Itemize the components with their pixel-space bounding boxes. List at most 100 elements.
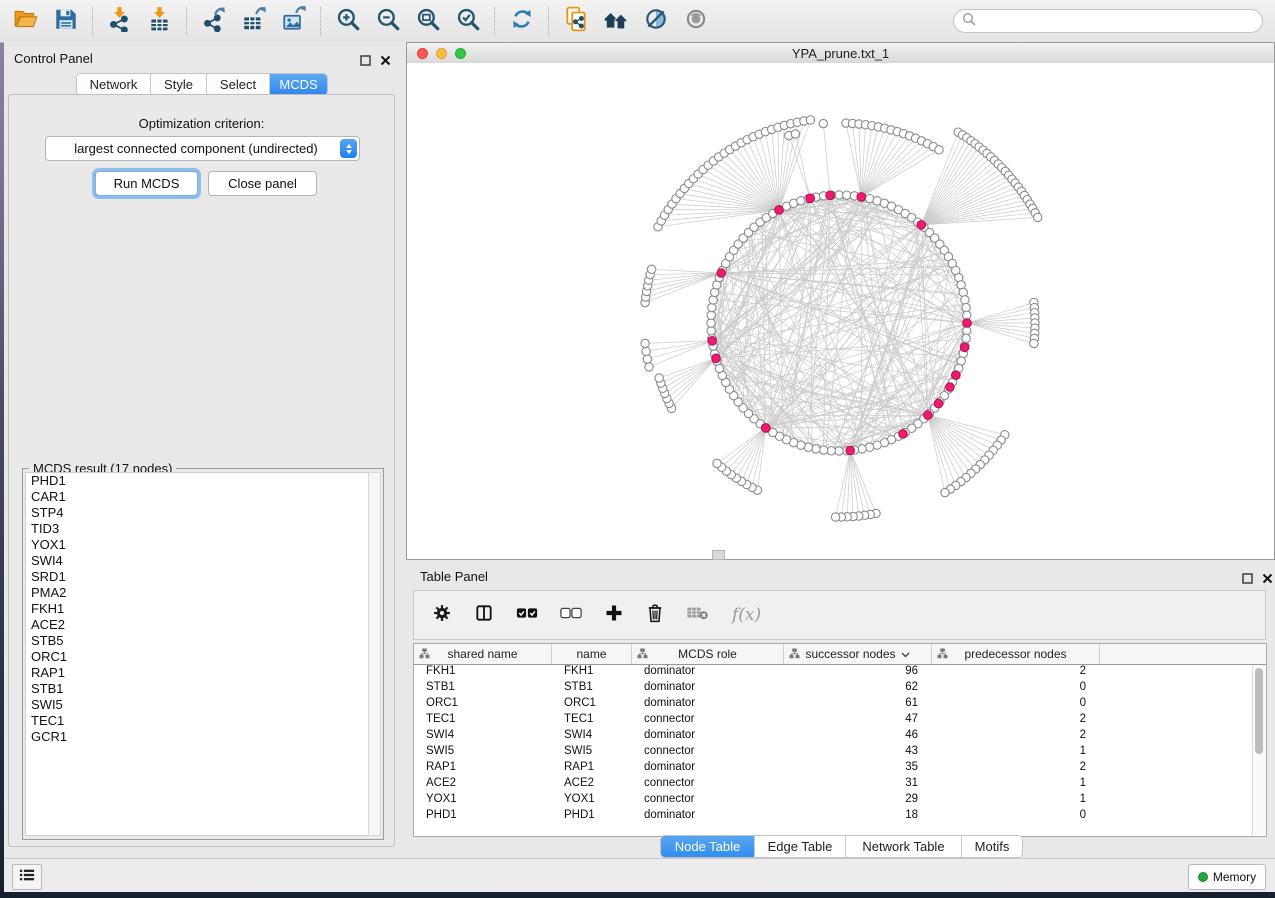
cell-successors: 18 [784,809,932,825]
zoom-out-button[interactable] [375,8,401,34]
zoom-in-button[interactable] [335,8,361,34]
table-row[interactable]: SWI5SWI5connector431 [414,745,1266,761]
cell-successors: 47 [784,713,932,729]
cell-shared-name: SWI4 [414,729,552,745]
column-header-shared-name[interactable]: shared name [414,644,552,664]
table-row[interactable]: YOX1YOX1connector291 [414,793,1266,809]
export-image-button[interactable] [281,8,307,34]
column-header-successor-nodes[interactable]: successor nodes [784,644,932,664]
tab-select[interactable]: Select [207,74,270,95]
attribute-icon [637,648,648,662]
table-panel: Table Panel f(x) shared namenameMCDS rol… [406,562,1275,858]
table-scrollbar[interactable] [1252,665,1266,835]
mcds-node-item: STB5 [26,633,369,649]
select-all-button[interactable] [516,606,538,625]
tab-style[interactable]: Style [151,74,207,95]
create-column-button[interactable] [604,603,624,628]
mcds-node-item: STP4 [26,505,369,521]
memory-button[interactable]: Memory [1188,864,1266,890]
fx-icon: f(x) [732,605,761,625]
mcds-node-item: RAP1 [26,665,369,681]
cell-predecessors: 1 [932,745,1100,761]
table-row[interactable]: TEC1TEC1connector472 [414,713,1266,729]
export-table-button[interactable] [241,8,267,34]
search-field[interactable] [953,9,1263,33]
control-panel-title: Control Panel [14,51,93,66]
function-builder-button[interactable]: f(x) [732,605,761,625]
table-row[interactable]: ACE2ACE2connector311 [414,777,1266,793]
zoom-in-icon [335,6,361,37]
column-header-predecessor-nodes[interactable]: predecessor nodes [932,644,1100,664]
column-header-name[interactable]: name [552,644,632,664]
apply-layout-icon [509,6,535,37]
import-network-button[interactable] [107,8,133,34]
mcds-list-scrollbar[interactable] [368,472,381,836]
cell-name: SWI4 [552,729,632,745]
tab-network-table[interactable]: Network Table [846,836,962,857]
table-row[interactable]: ORC1ORC1dominator610 [414,697,1266,713]
cell-successors: 96 [784,665,932,681]
columns-icon [474,603,494,628]
float-panel-icon[interactable] [360,53,371,64]
table-row[interactable]: STB1STB1dominator620 [414,681,1266,697]
show-all-button[interactable] [683,8,709,34]
column-label: shared name [447,647,517,661]
table-row[interactable]: RAP1RAP1dominator352 [414,761,1266,777]
table-panel-tabs: Node TableEdge TableNetwork TableMotifs [660,835,1023,858]
search-input[interactable] [982,13,1254,29]
export-image-icon [281,6,307,37]
export-network-icon [201,6,227,37]
attribute-icon [937,648,948,662]
zoom-fit-button[interactable] [415,8,441,34]
close-table-panel-icon[interactable] [1262,571,1273,582]
tab-edge-table[interactable]: Edge Table [755,836,846,857]
clone-network-button[interactable] [563,8,589,34]
splitter-grip[interactable] [712,550,725,560]
delete-table-button[interactable] [686,605,710,626]
network-graph [407,63,1274,559]
hide-selected-icon [643,6,669,37]
export-network-button[interactable] [201,8,227,34]
mcds-node-item: TEC1 [26,713,369,729]
cell-name: FKH1 [552,665,632,681]
deselect-all-button[interactable] [560,606,582,625]
tab-mcds[interactable]: MCDS [270,74,327,95]
delete-column-button[interactable] [646,603,664,628]
tab-network[interactable]: Network [77,74,151,95]
close-panel-icon[interactable] [380,53,391,64]
column-selector-button[interactable] [474,603,494,628]
open-file-button[interactable] [13,8,39,34]
main-toolbar [0,0,1275,43]
task-history-button[interactable] [12,864,42,890]
optimization-criterion-select[interactable]: largest connected component (undirected) [45,136,360,161]
network-window-titlebar[interactable]: YPA_prune.txt_1 [407,43,1274,64]
import-table-button[interactable] [147,8,173,34]
cell-successors: 61 [784,697,932,713]
network-view-panel: YPA_prune.txt_1 [406,42,1275,560]
table-row[interactable]: SWI4SWI4dominator462 [414,729,1266,745]
hide-selected-button[interactable] [643,8,669,34]
table-row[interactable]: PHD1PHD1dominator180 [414,809,1266,825]
close-panel-button[interactable]: Close panel [208,171,317,196]
mcds-result-list[interactable]: PHD1CAR1STP4TID3YOX1SWI4SRD1PMA2FKH1ACE2… [25,472,370,836]
mcds-node-item: PHD1 [26,473,369,489]
cell-predecessors: 0 [932,697,1100,713]
table-settings-button[interactable] [432,603,452,628]
column-header-mcds-role[interactable]: MCDS role [632,644,784,664]
tab-motifs[interactable]: Motifs [962,836,1022,857]
optimization-criterion-label: Optimization criterion: [9,116,394,131]
cell-predecessors: 0 [932,681,1100,697]
apply-layout-button[interactable] [509,8,535,34]
clone-network-icon [563,6,589,37]
first-neighbors-button[interactable] [603,8,629,34]
float-table-panel-icon[interactable] [1242,571,1253,582]
cell-successors: 31 [784,777,932,793]
save-session-button[interactable] [53,8,79,34]
zoom-selected-button[interactable] [455,8,481,34]
toolbar-group-export [188,8,320,34]
table-row[interactable]: FKH1FKH1dominator962 [414,665,1266,681]
scrollbar-thumb[interactable] [1255,668,1263,754]
network-canvas[interactable] [407,63,1274,559]
run-mcds-button[interactable]: Run MCDS [95,171,198,196]
tab-node-table[interactable]: Node Table [661,836,755,857]
